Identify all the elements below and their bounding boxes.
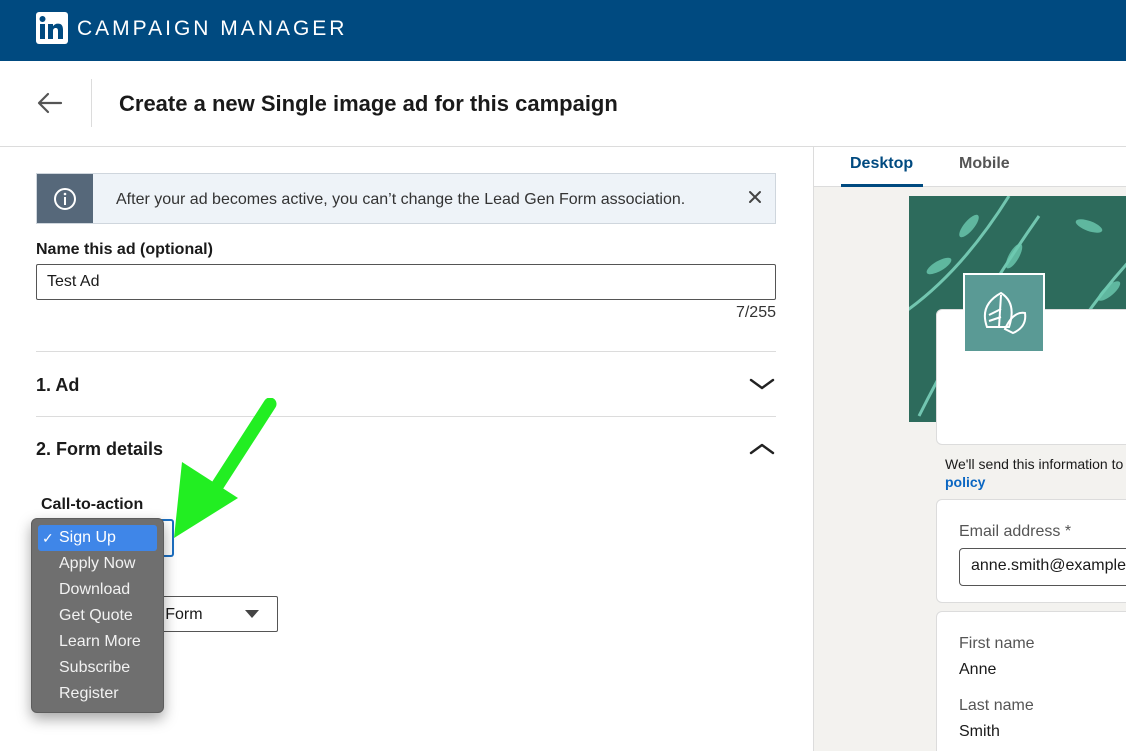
preview-email-card: Email address * anne.smith@example <box>936 499 1126 603</box>
banner-text: After your ad becomes active, you can’t … <box>116 191 686 208</box>
cta-option-get-quote[interactable]: Get Quote <box>38 603 157 629</box>
preview-pane: Desktop Mobile We'll send this informati… <box>813 147 1126 751</box>
char-count: 7/255 <box>735 304 776 321</box>
check-icon: ✓ <box>42 530 54 546</box>
active-tab-indicator <box>841 184 923 187</box>
info-icon-box <box>37 174 93 223</box>
first-name-value: Anne <box>959 661 997 678</box>
section-divider <box>36 416 776 417</box>
preview-privacy-note: We'll send this information to policy <box>945 456 1124 490</box>
chevron-down-icon[interactable] <box>748 376 776 392</box>
green-arrow-annotation <box>174 398 277 538</box>
cta-option-subscribe[interactable]: Subscribe <box>38 655 157 681</box>
linkedin-logo-icon[interactable] <box>36 12 68 44</box>
cta-dropdown-menu: ✓ Sign Up Apply Now Download Get Quote L… <box>31 518 164 713</box>
page-title: Create a new Single image ad for this ca… <box>119 91 618 116</box>
first-name-label: First name <box>959 635 1035 652</box>
info-icon <box>54 188 76 210</box>
cta-option-sign-up[interactable]: ✓ Sign Up <box>38 525 157 551</box>
close-banner-button[interactable] <box>745 187 765 207</box>
caret-down-icon <box>245 610 259 618</box>
ad-name-label: Name this ad (optional) <box>36 241 213 258</box>
cta-label: Call-to-action <box>41 496 144 513</box>
header-divider <box>91 79 92 127</box>
section-form-details-toggle[interactable]: 2. Form details <box>36 438 163 460</box>
email-field[interactable]: anne.smith@example <box>959 548 1126 586</box>
back-button[interactable] <box>34 87 66 119</box>
info-banner: After your ad becomes active, you can’t … <box>36 173 776 224</box>
arrow-left-icon <box>37 92 63 114</box>
cta-option-learn-more[interactable]: Learn More <box>38 629 157 655</box>
brand-leaf-logo-icon <box>963 273 1045 353</box>
privacy-policy-link[interactable]: policy <box>945 474 985 490</box>
page-header: Create a new Single image ad for this ca… <box>0 61 1126 147</box>
tab-mobile[interactable]: Mobile <box>959 154 1010 174</box>
email-label: Email address * <box>959 523 1072 540</box>
cta-option-register[interactable]: Register <box>38 681 157 707</box>
ad-name-input[interactable] <box>36 264 776 300</box>
top-bar: CAMPAIGN MANAGER <box>0 0 1126 61</box>
chevron-up-icon[interactable] <box>748 441 776 457</box>
app-title: CAMPAIGN MANAGER <box>77 17 348 40</box>
section-ad-toggle[interactable]: 1. Ad <box>36 374 79 396</box>
preview-tabs: Desktop Mobile <box>814 147 1126 187</box>
tab-desktop[interactable]: Desktop <box>850 154 913 174</box>
cta-option-apply-now[interactable]: Apply Now <box>38 551 157 577</box>
last-name-value: Smith <box>959 723 1000 740</box>
close-icon <box>749 191 761 203</box>
cta-option-download[interactable]: Download <box>38 577 157 603</box>
preview-name-card: First name Anne Last name Smith <box>936 611 1126 751</box>
last-name-label: Last name <box>959 697 1034 714</box>
section-divider <box>36 351 776 352</box>
